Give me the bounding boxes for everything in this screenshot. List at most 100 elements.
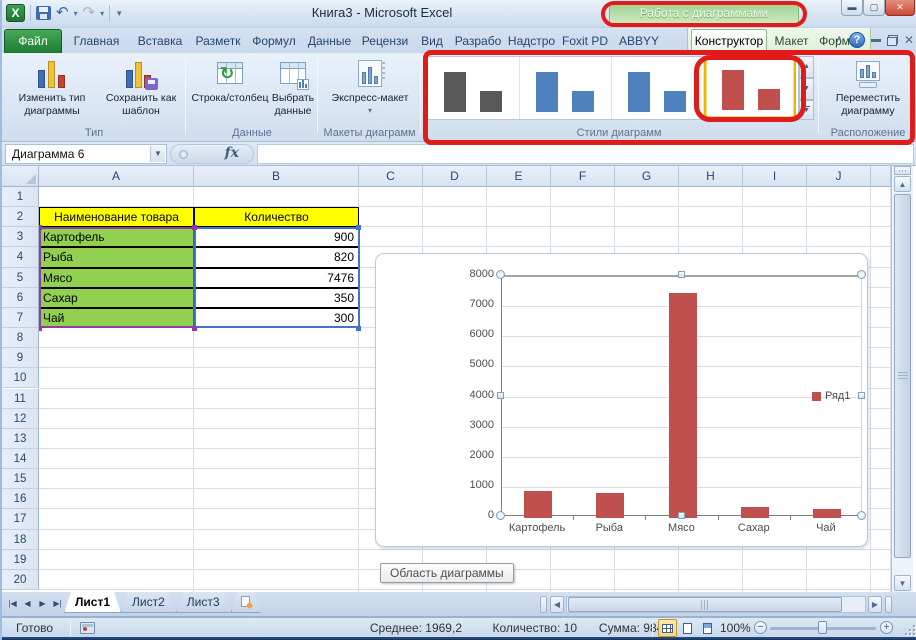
scroll-left-icon[interactable]: ◀ bbox=[550, 596, 564, 613]
x-axis-category[interactable]: Сахар bbox=[718, 522, 790, 534]
close-button[interactable]: ✕ bbox=[885, 0, 915, 16]
vertical-scrollbar[interactable]: ▲ ▼ bbox=[891, 166, 913, 592]
row-header-15[interactable]: 15 bbox=[2, 469, 39, 489]
cell-product-3[interactable]: Картофель bbox=[39, 227, 194, 247]
y-axis-label[interactable]: 2000 bbox=[452, 449, 494, 461]
column-header-partial[interactable] bbox=[871, 166, 891, 187]
row-header-16[interactable]: 16 bbox=[2, 489, 39, 509]
row-header-3[interactable]: 3 bbox=[2, 227, 39, 247]
normal-view-button[interactable] bbox=[658, 619, 677, 637]
bar-Сахар[interactable] bbox=[741, 507, 769, 518]
plot-area[interactable] bbox=[501, 275, 862, 516]
row-header-12[interactable]: 12 bbox=[2, 409, 39, 429]
y-axis-label[interactable]: 3000 bbox=[452, 419, 494, 431]
excel-logo-icon[interactable]: X bbox=[6, 4, 25, 22]
tab-формул[interactable]: Формул bbox=[247, 29, 301, 53]
chart-style-blue-2[interactable] bbox=[612, 57, 704, 119]
tab-вставка[interactable]: Вставка bbox=[131, 29, 189, 53]
selection-handle-circle[interactable] bbox=[857, 270, 866, 279]
row-header-14[interactable]: 14 bbox=[2, 449, 39, 469]
workbook-close-icon[interactable]: ✕ bbox=[904, 32, 914, 48]
next-sheet-icon[interactable]: ▶ bbox=[36, 596, 49, 611]
quick-layout-dropdown-icon[interactable]: ▾ bbox=[368, 106, 372, 115]
last-sheet-icon[interactable]: ▶| bbox=[51, 596, 64, 611]
cell-a2-header[interactable]: Наименование товара bbox=[39, 207, 194, 227]
column-header-b[interactable]: B bbox=[194, 166, 359, 187]
scrollbar-split-handle[interactable] bbox=[885, 596, 892, 613]
switch-row-column-button[interactable]: ↻ Строка/столбец bbox=[188, 56, 272, 126]
prev-sheet-icon[interactable]: ◀ bbox=[21, 596, 34, 611]
row-header-9[interactable]: 9 bbox=[2, 348, 39, 368]
tab-foxit pd[interactable]: Foxit PD bbox=[559, 29, 611, 53]
y-axis-label[interactable]: 5000 bbox=[452, 358, 494, 370]
cell-product-7[interactable]: Чай bbox=[39, 308, 194, 328]
workbook-restore-icon[interactable] bbox=[887, 35, 898, 46]
x-axis-category[interactable]: Чай bbox=[790, 522, 862, 534]
name-box[interactable]: Диаграмма 6 ▼ bbox=[5, 144, 167, 164]
quick-layout-button[interactable]: Экспресс-макет ▾ bbox=[325, 56, 415, 126]
save-as-template-button[interactable]: Сохранить как шаблон bbox=[99, 56, 183, 126]
column-header-d[interactable]: D bbox=[423, 166, 487, 187]
range-handle-purple[interactable] bbox=[192, 225, 197, 230]
column-header-j[interactable]: J bbox=[807, 166, 871, 187]
chart[interactable]: 800070006000500040003000200010000Картофе… bbox=[375, 253, 868, 547]
maximize-button[interactable]: ▢ bbox=[863, 0, 885, 16]
redo-icon[interactable]: ↷ bbox=[83, 6, 96, 20]
selection-handle-square[interactable] bbox=[678, 512, 685, 519]
y-axis-label[interactable]: 0 bbox=[452, 509, 494, 521]
move-chart-button[interactable]: Переместить диаграмму bbox=[826, 56, 910, 126]
redo-dropdown-icon[interactable]: ▾ bbox=[100, 9, 104, 18]
x-axis-category[interactable]: Картофель bbox=[501, 522, 573, 534]
insert-function-icon[interactable]: fx bbox=[225, 145, 239, 161]
range-handle-blue[interactable] bbox=[356, 326, 361, 331]
tab-конструктор[interactable]: Конструктор bbox=[691, 29, 767, 53]
range-handle-purple[interactable] bbox=[192, 326, 197, 331]
scroll-right-icon[interactable]: ▶ bbox=[868, 596, 882, 613]
sheet-tab-лист2[interactable]: Лист2 bbox=[121, 592, 176, 613]
row-header-19[interactable]: 19 bbox=[2, 550, 39, 570]
sheet-tab-лист3[interactable]: Лист3 bbox=[176, 592, 231, 613]
gallery-down-icon[interactable]: ▼ bbox=[799, 78, 814, 100]
range-handle-blue[interactable] bbox=[356, 225, 361, 230]
chart-style-gray[interactable] bbox=[428, 57, 520, 119]
x-axis-category[interactable]: Мясо bbox=[645, 522, 717, 534]
row-header-6[interactable]: 6 bbox=[2, 288, 39, 308]
cell-quantity-4[interactable]: 820 bbox=[194, 247, 359, 267]
cell-quantity-5[interactable]: 7476 bbox=[194, 268, 359, 288]
x-axis-category[interactable]: Рыба bbox=[573, 522, 645, 534]
select-data-button[interactable]: Выбрать данные bbox=[270, 56, 316, 126]
tab-макет[interactable]: Макет bbox=[769, 29, 814, 53]
row-header-10[interactable]: 10 bbox=[2, 368, 39, 388]
select-all-corner[interactable] bbox=[2, 166, 39, 187]
first-sheet-icon[interactable]: |◀ bbox=[6, 596, 19, 611]
row-header-20[interactable]: 20 bbox=[2, 570, 39, 590]
tab-abbyy p[interactable]: ABBYY P bbox=[613, 29, 665, 53]
chart-style-blue[interactable] bbox=[520, 57, 612, 119]
customize-qat-icon[interactable]: ▼ bbox=[115, 9, 123, 18]
column-header-a[interactable]: A bbox=[39, 166, 194, 187]
chart-style-red[interactable] bbox=[704, 57, 796, 119]
tab-файл[interactable]: Файл bbox=[4, 29, 62, 53]
zoom-slider-thumb[interactable] bbox=[818, 621, 827, 634]
cell-product-6[interactable]: Сахар bbox=[39, 288, 194, 308]
tab-разрабо[interactable]: Разрабо bbox=[452, 29, 504, 53]
formula-input[interactable] bbox=[257, 144, 914, 164]
y-axis-label[interactable]: 4000 bbox=[452, 389, 494, 401]
cell-b2-header[interactable]: Количество bbox=[194, 207, 359, 227]
row-header-17[interactable]: 17 bbox=[2, 509, 39, 529]
cell-quantity-7[interactable]: 300 bbox=[194, 308, 359, 328]
collapse-ribbon-icon[interactable]: ∧ bbox=[836, 32, 843, 48]
range-handle-purple[interactable] bbox=[39, 225, 42, 230]
row-header-5[interactable]: 5 bbox=[2, 268, 39, 288]
tab-данные[interactable]: Данные bbox=[303, 29, 356, 53]
column-header-c[interactable]: C bbox=[359, 166, 423, 187]
column-header-i[interactable]: I bbox=[743, 166, 807, 187]
y-axis-label[interactable]: 1000 bbox=[452, 479, 494, 491]
page-break-view-button[interactable] bbox=[698, 619, 717, 637]
help-icon[interactable]: ? bbox=[849, 32, 865, 48]
selection-handle-square[interactable] bbox=[678, 271, 685, 278]
legend[interactable]: Ряд1 bbox=[812, 390, 850, 402]
column-header-h[interactable]: H bbox=[679, 166, 743, 187]
tab-разметк[interactable]: Разметк bbox=[191, 29, 245, 53]
row-header-18[interactable]: 18 bbox=[2, 530, 39, 550]
